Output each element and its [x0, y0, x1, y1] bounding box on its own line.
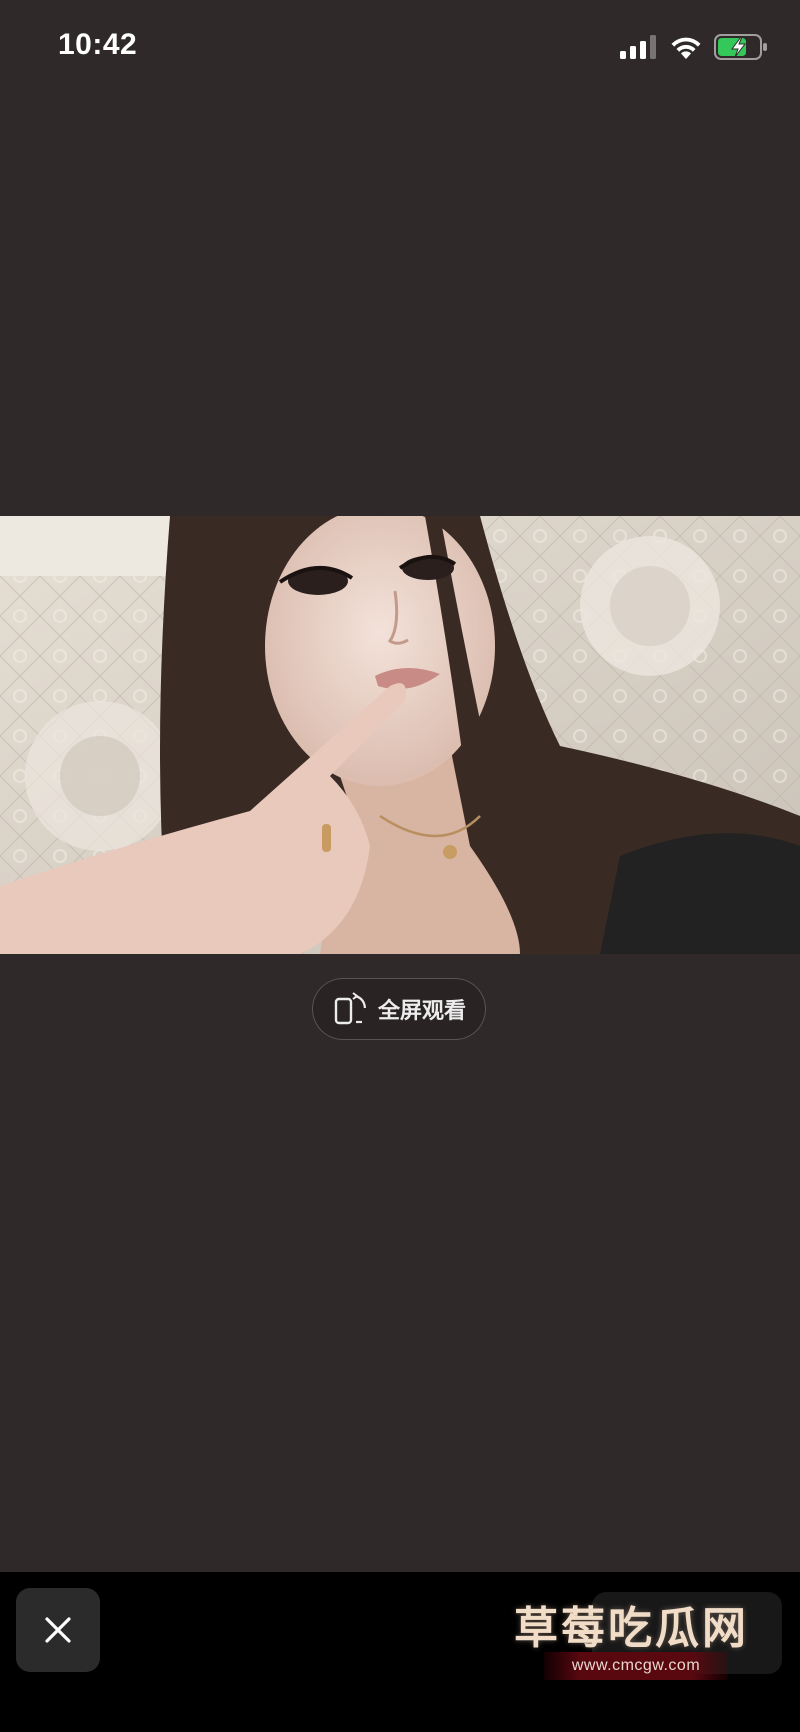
cellular-signal-icon: [620, 35, 656, 59]
wifi-icon: [671, 37, 701, 59]
bottom-bar: 草莓吃瓜网 www.cmcgw.com: [0, 1572, 800, 1732]
status-time: 10:42: [58, 28, 138, 61]
fullscreen-button[interactable]: 全屏观看: [312, 978, 486, 1040]
watermark-url: www.cmcgw.com: [544, 1652, 728, 1680]
close-button[interactable]: [16, 1588, 100, 1672]
status-bar: 10:42: [0, 0, 800, 96]
fullscreen-label: 全屏观看: [377, 998, 466, 1023]
status-icons: [620, 32, 768, 62]
battery-charging-icon: [714, 34, 767, 60]
site-watermark: 草莓吃瓜网 www.cmcgw.com: [510, 1592, 780, 1712]
rotate-screen-icon: [334, 992, 367, 1025]
close-icon: [45, 1617, 71, 1643]
photo-illustration: [0, 516, 800, 954]
viewer-image[interactable]: [0, 516, 800, 954]
image-viewer-screen: 10:42 全屏观看 草莓吃瓜网 www.cmcgw.com: [0, 0, 800, 1732]
watermark-title: 草莓吃瓜网: [514, 1603, 749, 1654]
